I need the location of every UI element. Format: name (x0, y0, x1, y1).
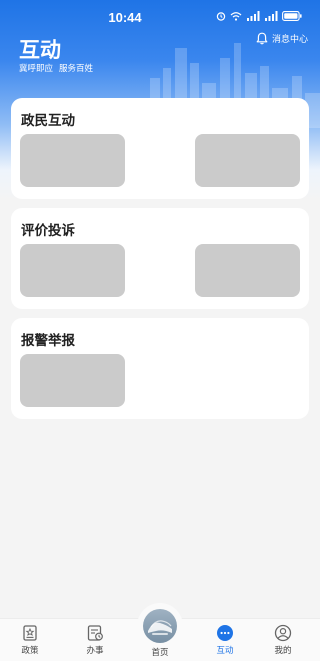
message-center-button[interactable]: 消息中心 (256, 32, 308, 45)
subtitle-part: 冀呼即应 (19, 64, 54, 74)
wifi-icon (230, 12, 242, 21)
status-time: 10:44 (108, 10, 142, 25)
section-card-gov-interaction: 政民互动 (11, 98, 309, 199)
home-icon (148, 620, 172, 635)
tab-policy[interactable]: 政策 (10, 624, 50, 656)
tab-service[interactable]: 办事 (75, 624, 115, 656)
entry-tile-placeholder[interactable] (195, 244, 300, 297)
battery-icon (282, 11, 302, 21)
section-card-police-report: 报警举报 (11, 318, 309, 419)
status-bar: 10:44 (0, 0, 320, 36)
signal-icon (247, 11, 260, 21)
entry-tile-placeholder[interactable] (20, 354, 125, 407)
service-icon (87, 625, 103, 641)
tab-mine[interactable]: 我的 (263, 624, 303, 656)
section-title: 政民互动 (21, 113, 75, 129)
signal-icon-2 (265, 11, 278, 21)
user-icon (274, 624, 292, 642)
subtitle-part: 服务百姓 (59, 64, 94, 74)
message-center-label: 消息中心 (271, 35, 308, 45)
alarm-icon (216, 12, 226, 21)
entry-tile-placeholder[interactable] (20, 244, 125, 297)
page-title: 互动 (19, 38, 61, 62)
bell-icon (256, 32, 268, 45)
section-title: 报警举报 (21, 333, 75, 349)
tab-label-home: 首页 (151, 648, 169, 658)
tab-interaction[interactable]: 互动 (205, 624, 245, 656)
entry-tile-placeholder[interactable] (20, 134, 125, 187)
page-subtitle: 冀呼即应 服务百姓 (19, 62, 99, 74)
section-card-evaluation-complaint: 评价投诉 (11, 208, 309, 309)
system-icons (216, 11, 302, 21)
entry-tile-placeholder[interactable] (195, 134, 300, 187)
policy-icon (23, 625, 37, 641)
tab-label: 办事 (86, 646, 104, 656)
tab-home[interactable] (143, 609, 177, 643)
tab-label: 我的 (274, 646, 292, 656)
chat-bubble-icon (217, 625, 233, 641)
tab-label: 互动 (216, 646, 234, 656)
section-title: 评价投诉 (21, 223, 75, 239)
tab-label: 政策 (21, 646, 39, 656)
